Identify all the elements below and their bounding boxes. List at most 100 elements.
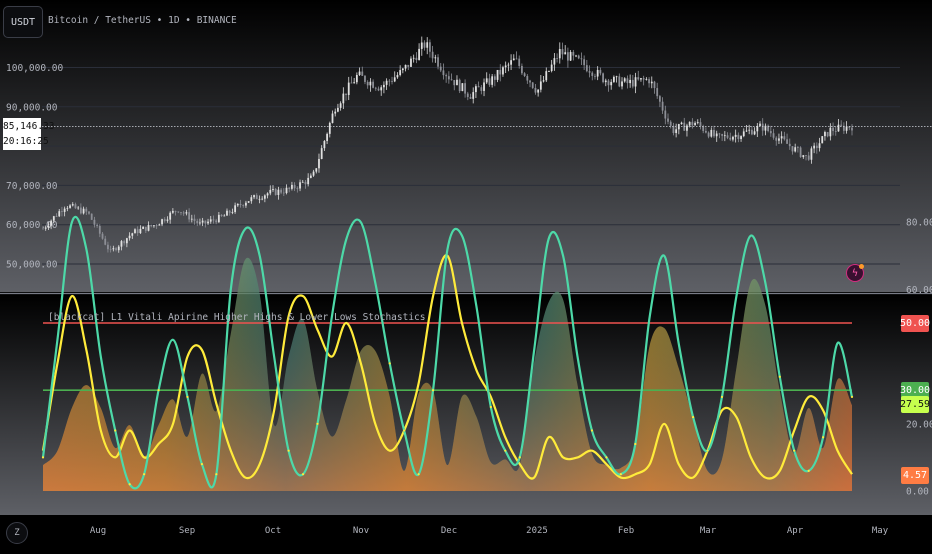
candle-body xyxy=(694,122,696,126)
candle-body xyxy=(531,82,534,88)
candle-body xyxy=(101,233,104,239)
candle-body xyxy=(447,76,450,80)
candle-body xyxy=(385,80,388,85)
time-axis-label: Sep xyxy=(179,526,195,536)
candle-body xyxy=(220,214,223,217)
candle-body xyxy=(591,72,594,76)
candle-body xyxy=(193,218,196,221)
candle-body xyxy=(261,198,264,200)
candle-body xyxy=(128,235,131,239)
line-point-highlight xyxy=(316,422,319,425)
candle-body xyxy=(688,121,691,126)
candle-body xyxy=(320,148,323,159)
candle-body xyxy=(134,229,136,234)
candle-body xyxy=(840,124,843,126)
candle-body xyxy=(499,69,502,75)
candle-body xyxy=(491,76,494,85)
indicator-title: [blackcat] L1 Vitali Apirine Higher High… xyxy=(48,312,426,323)
candle-body xyxy=(772,133,775,138)
candle-body xyxy=(702,126,705,131)
candle-body xyxy=(169,212,172,220)
chart-svg: 100,000.00 90,000.00 70,000.00 60,000.00 50,… xyxy=(0,0,932,550)
candle-body xyxy=(604,80,607,83)
candle-body xyxy=(372,81,374,88)
candle-body xyxy=(721,134,724,136)
last-price-badge: 85,146.33 20:16:25 xyxy=(3,118,54,150)
time-axis-label: May xyxy=(872,526,889,536)
line-point-highlight xyxy=(301,473,305,476)
candle-body xyxy=(680,122,683,125)
price-axis-tick: 90,000.00 xyxy=(6,102,58,113)
candle-body xyxy=(650,81,653,84)
candle-body xyxy=(750,129,753,135)
candle-body xyxy=(63,208,66,212)
candle-body xyxy=(496,69,499,80)
candle-body xyxy=(788,143,791,147)
candle-body xyxy=(810,148,813,160)
time-axis-label: Apr xyxy=(787,526,804,536)
candle-body xyxy=(161,219,163,225)
candle-body xyxy=(434,57,437,59)
candle-body xyxy=(794,147,797,152)
candle-body xyxy=(759,123,761,126)
candle-body xyxy=(539,81,542,90)
candle-body xyxy=(239,203,242,206)
time-axis-label: 2025 xyxy=(526,526,548,536)
line-point-highlight xyxy=(850,395,854,399)
candle-body xyxy=(802,155,805,158)
candle-body xyxy=(44,227,47,229)
candle-body xyxy=(147,224,150,231)
candle-body xyxy=(174,210,177,212)
candle-body xyxy=(304,181,307,185)
candle-body xyxy=(418,48,420,60)
time-axis-label: Nov xyxy=(353,526,369,536)
candle-body xyxy=(753,131,756,135)
candle-body xyxy=(567,52,569,61)
candle-body xyxy=(185,212,188,214)
line-point-highlight xyxy=(200,463,204,466)
candle-body xyxy=(572,51,575,56)
candle-body xyxy=(55,216,58,218)
candle-body xyxy=(245,202,247,206)
candle-body xyxy=(488,78,491,85)
candle-body xyxy=(737,134,740,140)
candle-body xyxy=(769,131,772,134)
candle-body xyxy=(312,171,315,176)
candle-body xyxy=(74,204,77,209)
candle-body xyxy=(493,76,496,80)
candle-body xyxy=(523,73,526,76)
candle-body xyxy=(515,58,518,60)
candle-body xyxy=(250,197,253,202)
symbol-button[interactable]: USDT xyxy=(3,6,43,38)
candle-body xyxy=(309,175,312,178)
candle-body xyxy=(188,212,191,220)
line-point-highlight xyxy=(793,449,796,452)
timezone-button[interactable]: Z xyxy=(6,522,28,544)
chart-title: Bitcoin / TetherUS • 1D • BINANCE xyxy=(48,15,237,26)
candle-body xyxy=(120,241,123,247)
candle-body xyxy=(131,233,134,236)
candle-body xyxy=(669,121,672,126)
candle-body xyxy=(301,181,304,183)
time-axis-label: Dec xyxy=(441,526,457,536)
price-axis-tick: 70,000.00 xyxy=(6,181,58,192)
line-point-highlight xyxy=(41,456,45,459)
candle-body xyxy=(577,55,580,59)
candle-body xyxy=(507,64,510,66)
line-point-highlight xyxy=(605,456,608,459)
candle-body xyxy=(594,75,596,77)
line-point-highlight xyxy=(186,395,189,399)
candle-body xyxy=(664,110,667,119)
candle-body xyxy=(117,246,120,251)
candle-body xyxy=(353,82,356,84)
candle-body xyxy=(512,58,515,61)
candle-body xyxy=(247,201,250,203)
candle-body xyxy=(234,205,237,212)
indicator-axis-tick: 80.00 xyxy=(906,218,932,229)
candle-body xyxy=(824,132,826,137)
candle-body xyxy=(704,130,707,133)
candle-body xyxy=(672,125,675,133)
line-point-highlight xyxy=(143,473,146,476)
flash-icon[interactable]: ϟ xyxy=(846,264,864,282)
candle-body xyxy=(350,82,353,84)
